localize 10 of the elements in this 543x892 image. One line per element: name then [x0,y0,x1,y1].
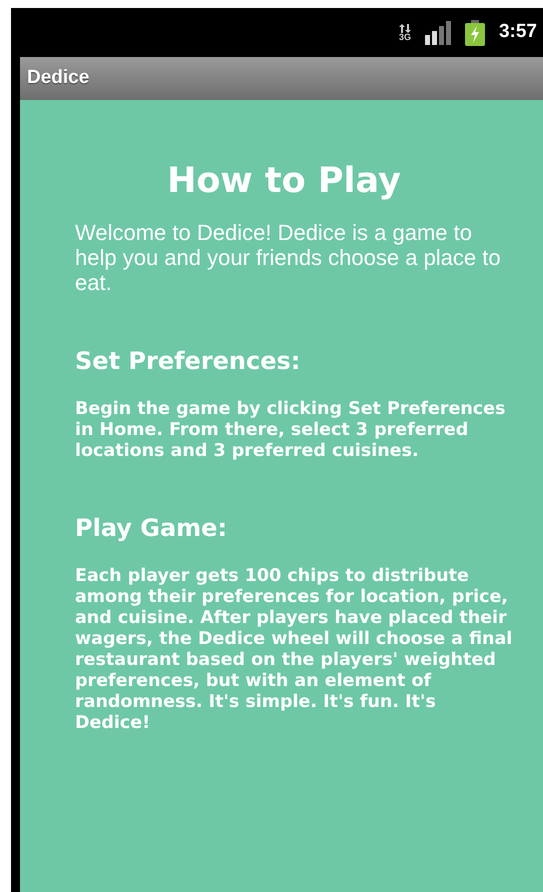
signal-icon [424,20,451,44]
section-heading: Set Preferences: [75,346,302,377]
battery-icon [464,20,485,46]
intro-text: Welcome to Dedice! Dedice is a game to help you and your friends choose a place to eat. [75,220,502,295]
clock-time: 3:57 [498,20,537,44]
app-title: Dedice [27,66,90,90]
section-heading: Play Game: [75,512,228,544]
page-title: How to Play [166,160,402,203]
section-text: Begin the game by clicking Set Preferences in Home. From there, select 3 preferred locations and 3 preferred cuisines. [75,398,506,462]
section-text: Each player gets 100 chips to distribute among their preferences for location, price, and cuisine. After players have placed their wagers, the Dedice wheel will choose a final restaurant based on the players' weighted preferences, but with an element of randomness. It's simple. It's fun. It's Dedice! [75,566,514,734]
